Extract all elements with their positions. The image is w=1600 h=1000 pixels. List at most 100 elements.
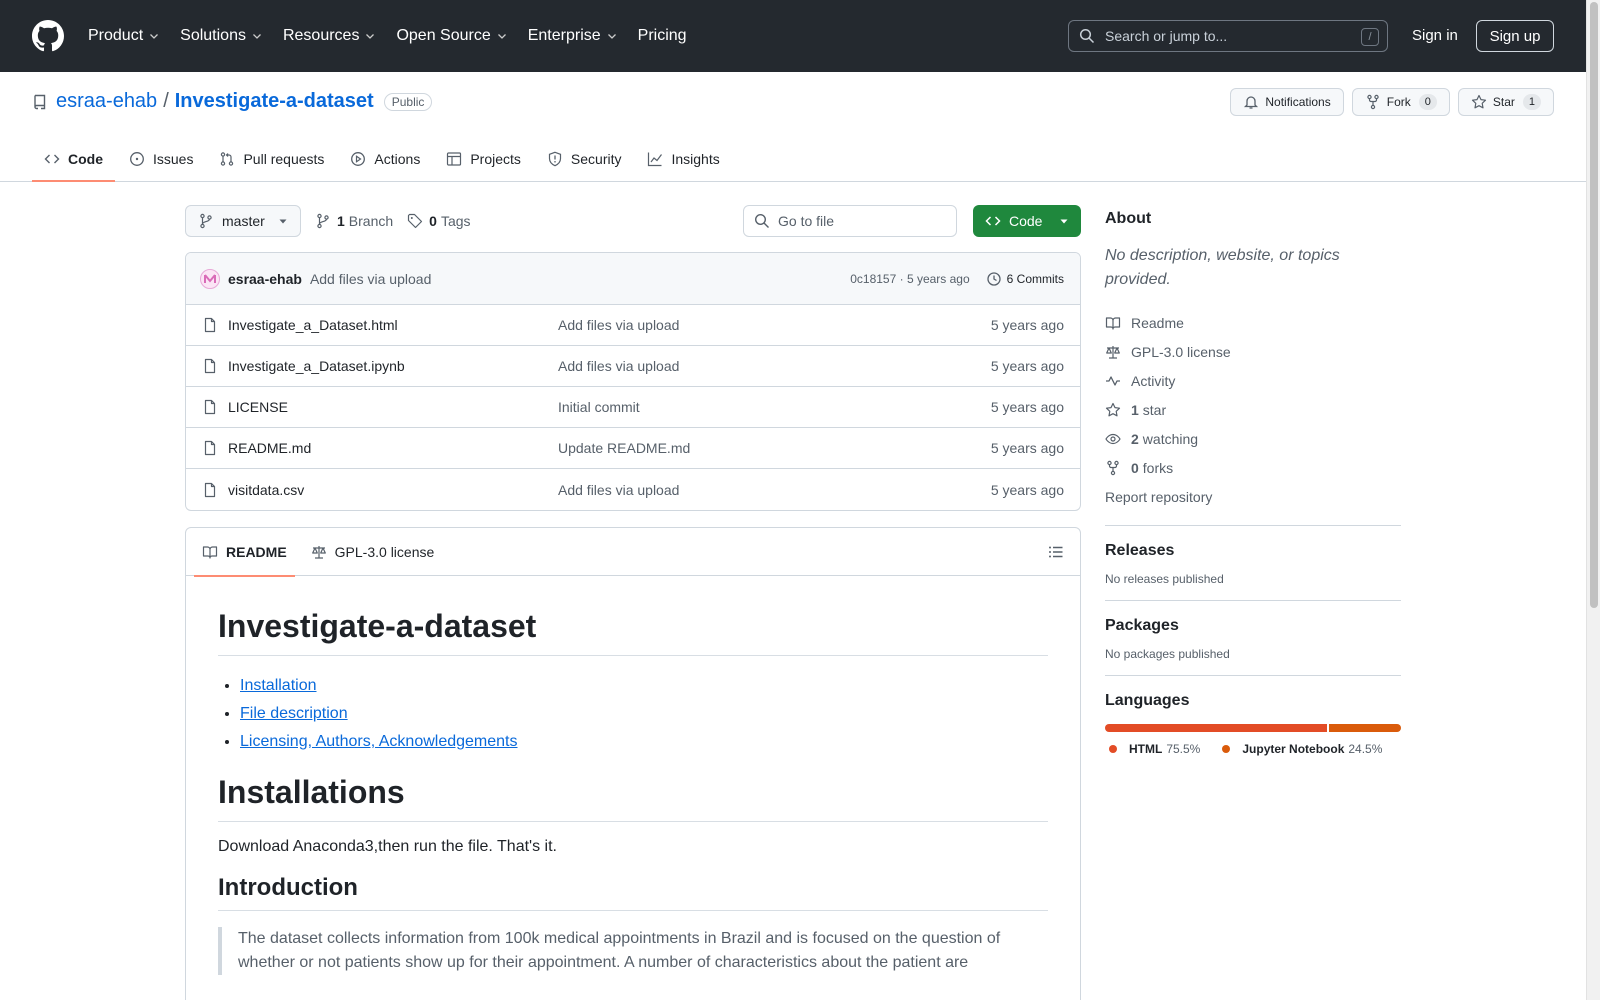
issue-opened-icon [130, 152, 144, 166]
license-link[interactable]: GPL-3.0 license [1105, 337, 1401, 366]
tab-insights[interactable]: Insights [635, 138, 731, 180]
readme-toc: Installation File description Licensing,… [240, 672, 1048, 756]
file-commit-message[interactable]: Add files via upload [558, 482, 991, 498]
file-name-link[interactable]: LICENSE [228, 399, 558, 415]
tab-code-label: Code [68, 151, 103, 167]
install-text: Download Anaconda3,then run the file. Th… [218, 838, 557, 855]
watchers-link[interactable]: 2 watching [1105, 424, 1401, 453]
activity-link[interactable]: Activity [1105, 366, 1401, 395]
forks-link[interactable]: 0 forks [1105, 453, 1401, 482]
nav-enterprise[interactable]: Enterprise [528, 27, 618, 45]
notifications-button[interactable]: Notifications [1230, 88, 1344, 116]
tab-projects-label: Projects [470, 151, 521, 167]
toc-link-installation[interactable]: Installation [240, 677, 317, 694]
file-icon [204, 440, 216, 456]
nav-solutions[interactable]: Solutions [180, 27, 263, 45]
branch-selector[interactable]: master [185, 205, 301, 237]
language-dot-icon [1109, 745, 1117, 753]
tags-link[interactable]: 0 Tags [407, 213, 471, 229]
language-item[interactable]: Jupyter Notebook 24.5% [1222, 742, 1382, 756]
tab-projects[interactable]: Projects [434, 138, 533, 180]
file-name-link[interactable]: Investigate_a_Dataset.ipynb [228, 358, 558, 374]
readme-link[interactable]: Readme [1105, 308, 1401, 337]
branches-link[interactable]: 1 Branch [315, 213, 393, 229]
file-date: 5 years ago [990, 317, 1064, 333]
nav-pricing[interactable]: Pricing [638, 27, 687, 45]
global-search-input[interactable]: Search or jump to... / [1068, 20, 1388, 52]
file-name-link[interactable]: visitdata.csv [228, 482, 558, 498]
repo-owner-link[interactable]: esraa-ehab [56, 90, 157, 113]
search-icon [1079, 28, 1095, 44]
releases-empty-text: No releases published [1105, 572, 1224, 586]
file-row[interactable]: Investigate_a_Dataset.ipynb Add files vi… [186, 346, 1080, 387]
fork-icon [1367, 94, 1379, 110]
visibility-badge: Public [383, 92, 433, 111]
identicon-icon [204, 273, 216, 283]
history-icon [987, 271, 1001, 286]
tab-readme[interactable]: README [194, 528, 295, 577]
branch-icon [200, 213, 212, 229]
file-row[interactable]: visitdata.csv Add files via upload 5 yea… [186, 469, 1080, 510]
caret-down-icon [1060, 219, 1068, 224]
report-repository-link[interactable]: Report repository [1105, 482, 1401, 511]
bell-icon [1244, 96, 1259, 109]
list-item: Licensing, Authors, Acknowledgements [240, 728, 1048, 756]
commit-count-label: 6 Commits [1006, 271, 1064, 286]
go-to-file-input[interactable]: Go to file [743, 205, 957, 237]
github-logo-icon[interactable] [32, 20, 64, 52]
code-dropdown-button[interactable]: Code [973, 205, 1081, 237]
tab-issues[interactable]: Issues [117, 138, 205, 180]
file-row[interactable]: README.md Update README.md 5 years ago [186, 428, 1080, 469]
commit-hash-date[interactable]: 0c18157 · 5 years ago [850, 272, 969, 286]
file-commit-message[interactable]: Initial commit [558, 399, 991, 415]
file-row[interactable]: Investigate_a_Dataset.html Add files via… [186, 305, 1080, 346]
file-name-link[interactable]: README.md [228, 440, 558, 456]
nav-resources[interactable]: Resources [283, 27, 376, 45]
pull-request-icon [221, 152, 234, 166]
tab-security[interactable]: Security [535, 138, 634, 180]
tag-icon [408, 213, 423, 229]
forks-count: 0 [1131, 459, 1139, 476]
outline-button[interactable] [1048, 544, 1064, 560]
nav-open-source[interactable]: Open Source [396, 27, 507, 45]
commit-message-link[interactable]: Add files via upload [310, 271, 431, 287]
commits-link[interactable]: 6 Commits [986, 271, 1064, 287]
fork-button[interactable]: Fork 0 [1351, 88, 1450, 116]
file-name-link[interactable]: Investigate_a_Dataset.html [228, 317, 558, 333]
fork-count: 0 [1418, 94, 1437, 110]
repo-name-link[interactable]: Investigate-a-dataset [175, 90, 374, 113]
toc-link-file-description[interactable]: File description [240, 705, 348, 722]
toc-link-licensing[interactable]: Licensing, Authors, Acknowledgements [240, 733, 518, 750]
star-button[interactable]: Star 1 [1457, 88, 1554, 116]
page-scrollbar[interactable] [1586, 0, 1600, 1000]
stars-link[interactable]: 1 star [1105, 395, 1401, 424]
sign-up-button[interactable]: Sign up [1476, 20, 1554, 52]
file-commit-message[interactable]: Add files via upload [558, 317, 991, 333]
packages-heading[interactable]: Packages [1105, 617, 1401, 635]
chevron-down-icon [366, 34, 375, 39]
search-placeholder: Search or jump to... [1105, 28, 1228, 44]
avatar[interactable] [200, 268, 220, 289]
repository-header: esraa-ehab / Investigate-a-dataset Publi… [0, 72, 1586, 182]
file-commit-message[interactable]: Add files via upload [558, 358, 991, 374]
language-item[interactable]: HTML 75.5% [1109, 742, 1200, 756]
sign-in-link[interactable]: Sign in [1412, 27, 1458, 44]
table-icon [447, 152, 462, 166]
heading-introduction: Introduction [218, 874, 1048, 911]
branch-count: 1 [337, 213, 345, 229]
tab-actions[interactable]: Actions [338, 138, 432, 180]
divider [1105, 600, 1401, 601]
tab-pull-requests[interactable]: Pull requests [207, 138, 336, 180]
releases-heading[interactable]: Releases [1105, 542, 1401, 560]
commit-author-link[interactable]: esraa-ehab [228, 271, 302, 287]
global-header: Product Solutions Resources Open Source … [0, 0, 1586, 72]
tab-code[interactable]: Code [32, 138, 115, 182]
file-commit-message[interactable]: Update README.md [558, 440, 991, 456]
file-toolbar: master 1 Branch 0 Tags Go to file Code [185, 204, 1081, 238]
nav-product[interactable]: Product [88, 27, 160, 45]
tab-license[interactable]: GPL-3.0 license [303, 528, 443, 576]
stars-count: 1 [1131, 401, 1139, 418]
law-icon [311, 545, 326, 559]
scrollbar-thumb[interactable] [1590, 2, 1598, 608]
file-row[interactable]: LICENSE Initial commit 5 years ago [186, 387, 1080, 428]
